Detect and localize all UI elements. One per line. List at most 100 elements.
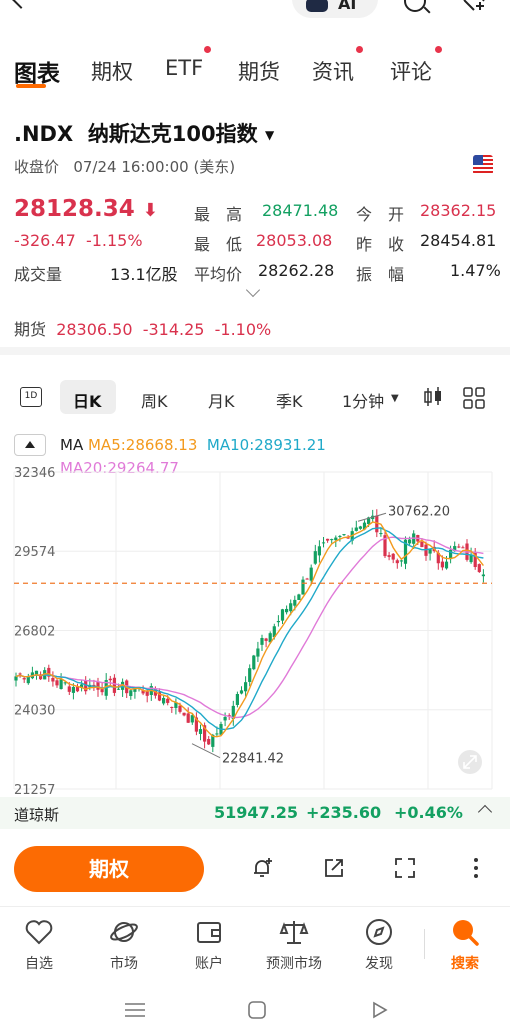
home-icon[interactable] [248,1001,266,1019]
high-value: 28471.48 [262,201,339,220]
period-minute-dropdown[interactable]: 1分钟 [342,388,384,412]
tab-account[interactable]: 账户 [174,917,244,973]
futures-row[interactable]: 期货 28306.50 -314.25 -1.10% [14,316,271,340]
candle-body [51,677,55,682]
candle-body [112,677,116,693]
ai-button[interactable]: AI [292,0,378,18]
us-flag-icon [473,155,493,175]
price-change: -326.47 -1.15% [14,231,143,250]
index-ticker-bar[interactable]: 道琼斯 51947.25 +235.60 +0.46% [0,797,510,829]
candle-body [391,553,395,560]
ma10-value: MA10:28931.21 [206,436,326,454]
tab-futures[interactable]: 期货 [238,56,280,86]
candle-body [182,712,186,716]
menu-icon[interactable] [125,1003,145,1017]
candle-body [252,655,256,670]
options-button[interactable]: 期权 [14,846,204,892]
candle-body [313,551,317,564]
tab-options[interactable]: 期权 [91,56,133,86]
candle-body [178,705,182,712]
instrument-title[interactable]: .NDX 纳斯达克100指数 ▼ [14,118,274,148]
candle-body [239,690,244,694]
ai-label: AI [338,0,357,13]
futures-change-pct: -1.10% [214,320,272,339]
quote-time: 07/24 16:00:00 (美东) [73,158,236,176]
fullscreen-icon[interactable] [393,856,417,880]
period-quarter[interactable]: 季K [276,388,303,412]
avg-label: 平均价 [194,265,243,284]
tab-etf[interactable]: ETF [165,56,203,80]
search-icon [453,920,479,946]
candle-body [338,535,342,537]
last-price: 28128.34 ⬇ [14,196,158,222]
caret-down-icon: ▼ [264,128,275,142]
ma-toggle-button[interactable] [14,434,46,456]
candle-body [330,539,334,541]
candle-body [457,546,461,548]
candle-body [399,560,403,562]
y-tick-label: 24030 [14,704,55,719]
candle-body [67,686,71,692]
layout-grid-icon[interactable] [462,386,486,410]
tab-active-indicator [16,84,46,88]
symbol: .NDX [14,122,74,146]
tab-watchlist[interactable]: 自选 [4,917,74,973]
add-watch-icon[interactable] [462,0,486,12]
candle-body [162,697,166,704]
period-day[interactable]: 日K [73,388,101,412]
candle-body [301,579,305,595]
candle-body [198,729,203,734]
candle-body [309,567,313,581]
share-icon[interactable] [322,856,346,880]
candle-body [321,542,326,544]
low-value: 28053.08 [256,231,333,250]
tab-search[interactable]: 搜索 [430,917,500,973]
tab-chart[interactable]: 图表 [14,54,60,88]
candle-body [59,679,63,689]
tab-prediction-label: 预测市场 [266,956,322,972]
period-week[interactable]: 周K [141,388,168,412]
volume-value: 13.1亿股 [110,265,178,284]
tab-discover[interactable]: 发现 [344,917,414,973]
expand-chevron-icon[interactable] [245,282,261,298]
index-change: +235.60 [306,803,382,822]
tab-comments[interactable]: 评论 [390,56,432,86]
kline-chart[interactable]: 32346 29574 26802 24030 21257 30762.20 22841.4… [0,456,510,796]
y-tick-label: 29574 [14,545,55,560]
candle-body [293,599,297,606]
back-nav-icon[interactable] [373,1001,388,1019]
candle-body [244,682,248,692]
candle-body [326,538,330,541]
candle-body [248,668,252,682]
wallet-icon [197,922,221,943]
instrument-name: 纳斯达克100指数 [87,122,258,146]
candle-body [297,594,301,600]
y-tick-label: 26802 [14,624,55,639]
one-day-icon[interactable]: 1D [20,387,42,407]
candle-body [18,673,22,675]
candlestick-icon[interactable] [422,386,444,408]
amplitude-label: 振 幅 [356,265,405,284]
chevron-up-icon[interactable] [477,804,493,820]
tab-prediction[interactable]: 预测市场 [259,917,329,973]
low-annotation: 22841.42 [222,752,284,767]
tab-market[interactable]: 市场 [89,917,159,973]
price-value: 28128.34 [14,196,135,222]
content-tabs: 图表 期权 ETF 期货 资讯 评论 [0,46,510,90]
candle-body [477,564,481,573]
futures-label: 期货 [14,320,47,339]
search-icon[interactable] [404,0,426,12]
candle-body [305,578,309,580]
tab-news[interactable]: 资讯 [312,56,354,86]
candle-body [342,534,346,536]
candle-body [14,676,18,681]
back-icon[interactable] [11,0,31,9]
low-label: 最 低 [194,235,243,254]
alert-add-icon[interactable] [250,856,274,880]
period-month[interactable]: 月K [208,388,235,412]
action-bar: 期权 [0,838,510,898]
tab-account-label: 账户 [195,956,223,972]
prev-close-value: 28454.81 [420,231,497,250]
candle-body [387,555,391,557]
more-icon[interactable] [464,856,488,880]
